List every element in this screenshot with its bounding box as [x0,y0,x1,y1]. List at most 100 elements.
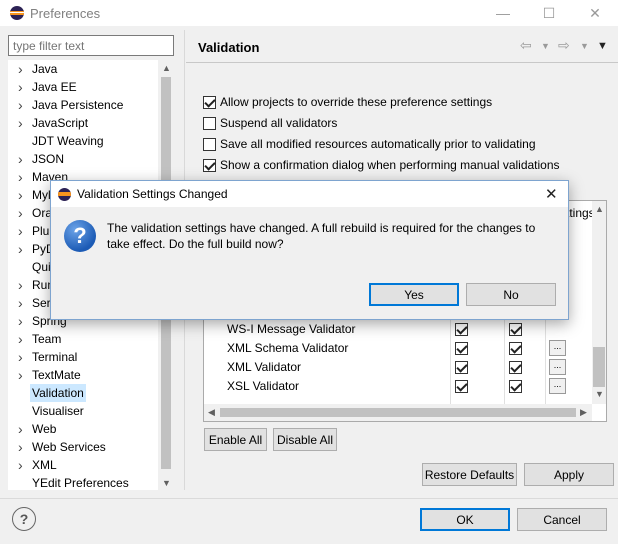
tree-item-label: JDT Weaving [32,134,104,148]
tree-item-label: Java EE [32,80,77,94]
window-title: Preferences [30,6,101,21]
tree-item[interactable]: › XML [8,456,166,474]
settings-ellipsis-button[interactable]: ... [549,359,566,375]
apply-button[interactable]: Apply [524,463,614,486]
tree-item-label: Plu [32,224,50,238]
table-row[interactable]: XML Schema Validator... [204,339,566,358]
scroll-left-icon[interactable]: ◀ [208,407,215,418]
ok-button[interactable]: OK [420,508,510,531]
tree-item[interactable]: › JavaScript [8,114,166,132]
tree-item[interactable]: JDT Weaving [8,132,166,150]
option-checkbox[interactable] [203,159,216,172]
expand-chevron-icon[interactable]: › [18,186,23,204]
help-icon[interactable]: ? [12,507,36,531]
tree-item-label: Team [32,332,62,346]
option-label: Allow projects to override these prefere… [220,95,493,109]
expand-chevron-icon[interactable]: › [18,276,23,294]
expand-chevron-icon[interactable]: › [18,420,23,438]
table-horizontal-scrollbar[interactable]: ◀ ▶ [204,404,592,421]
tree-item[interactable]: › Team [8,330,166,348]
expand-chevron-icon[interactable]: › [18,348,23,366]
tree-item[interactable]: › Web Services [8,438,166,456]
table-row[interactable]: WS-I Message Validator [204,320,549,339]
tree-item[interactable]: › Java [8,60,166,78]
scroll-up-icon[interactable]: ▲ [595,204,604,214]
back-arrow-icon[interactable]: ⇦ [520,37,532,54]
maximize-button[interactable]: ☐ [526,0,572,26]
forward-dropdown-icon[interactable]: ▼ [580,41,589,51]
scroll-up-icon[interactable]: ▲ [162,63,171,73]
expand-chevron-icon[interactable]: › [18,366,23,384]
restore-defaults-button[interactable]: Restore Defaults [422,463,517,486]
manual-checkbox[interactable] [455,323,468,336]
table-row[interactable]: XML Validator... [204,358,566,377]
expand-chevron-icon[interactable]: › [18,150,23,168]
expand-chevron-icon[interactable]: › [18,114,23,132]
tree-item[interactable]: › Terminal [8,348,166,366]
option-label: Save all modified resources automaticall… [220,137,536,151]
table-row[interactable]: XSL Validator... [204,377,566,396]
tree-item[interactable]: YEdit Preferences [8,474,166,492]
tree-item[interactable]: › Web [8,420,166,438]
expand-chevron-icon[interactable]: › [18,456,23,474]
expand-chevron-icon[interactable]: › [18,222,23,240]
scroll-right-icon[interactable]: ▶ [580,407,587,418]
tree-item[interactable]: › Java EE [8,78,166,96]
expand-chevron-icon[interactable]: › [18,438,23,456]
scrollbar-thumb[interactable] [593,347,605,387]
yes-button[interactable]: Yes [369,283,459,306]
expand-chevron-icon[interactable]: › [18,330,23,348]
tree-item[interactable]: › TextMate [8,366,166,384]
forward-arrow-icon[interactable]: ⇨ [558,37,570,54]
tree-item[interactable]: Visualiser [8,402,166,420]
expand-chevron-icon[interactable]: › [18,96,23,114]
manual-checkbox[interactable] [455,342,468,355]
enable-all-button[interactable]: Enable All [204,428,267,451]
disable-all-button[interactable]: Disable All [273,428,337,451]
tree-item-label: Validation [30,384,86,402]
manual-checkbox[interactable] [455,380,468,393]
option-checkbox[interactable] [203,96,216,109]
validation-settings-dialog: Validation Settings Changed ✕ ? The vali… [50,180,569,320]
expand-chevron-icon[interactable]: › [18,78,23,96]
expand-chevron-icon[interactable]: › [18,294,23,312]
tree-item-label: JavaScript [32,116,89,130]
minimize-button[interactable]: — [480,0,526,26]
expand-chevron-icon[interactable]: › [18,240,23,258]
cancel-button[interactable]: Cancel [517,508,607,531]
tree-item-label: Qui [32,260,51,274]
tree-item-label: Java Persistence [32,98,124,112]
scroll-down-icon[interactable]: ▼ [162,478,171,488]
dialog-close-icon[interactable]: ✕ [545,185,558,203]
expand-chevron-icon[interactable]: › [18,168,23,186]
tree-item[interactable]: Validation [8,384,166,402]
settings-ellipsis-button[interactable]: ... [549,340,566,356]
no-button[interactable]: No [466,283,556,306]
validator-name: XML Schema Validator [227,341,349,355]
build-checkbox[interactable] [509,323,522,336]
build-checkbox[interactable] [509,380,522,393]
build-checkbox[interactable] [509,361,522,374]
settings-ellipsis-button[interactable]: ... [549,378,566,394]
option-label: Show a confirmation dialog when performi… [220,158,560,172]
filter-input[interactable] [8,35,174,56]
tree-item[interactable]: › JSON [8,150,166,168]
expand-chevron-icon[interactable]: › [18,312,23,330]
option-checkbox[interactable] [203,117,216,130]
close-button[interactable]: ✕ [572,0,618,26]
tree-item[interactable]: › Java Persistence [8,96,166,114]
expand-chevron-icon[interactable]: › [18,204,23,222]
column-divider [504,319,505,405]
table-vertical-scrollbar[interactable]: ▲ ▼ [592,201,606,404]
back-dropdown-icon[interactable]: ▼ [541,41,550,51]
expand-chevron-icon[interactable]: › [18,60,23,78]
eclipse-icon [10,6,24,20]
option-label: Suspend all validators [220,116,338,130]
build-checkbox[interactable] [509,342,522,355]
scrollbar-thumb[interactable] [220,408,576,417]
manual-checkbox[interactable] [455,361,468,374]
tree-item-label: Visualiser [32,404,84,418]
view-menu-icon[interactable]: ▼ [597,40,608,52]
option-checkbox[interactable] [203,138,216,151]
scroll-down-icon[interactable]: ▼ [595,389,604,399]
